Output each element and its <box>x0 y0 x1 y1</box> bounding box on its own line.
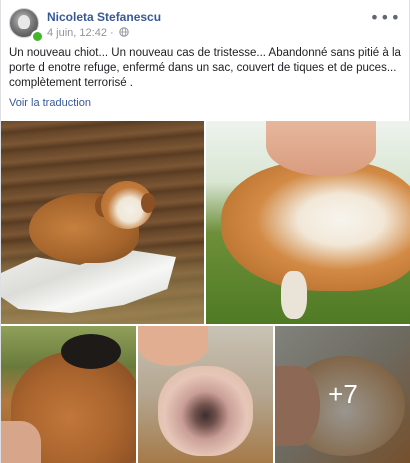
post-text: Un nouveau chiot... Un nouveau cas de tr… <box>9 47 401 89</box>
puppy-body-shape <box>221 161 410 291</box>
hand-shape <box>1 421 41 463</box>
post-header: Nicoleta Stefanescu 4 juin, 12:42 · ••• <box>9 8 403 43</box>
photo-4-puppy-ear[interactable] <box>138 326 273 463</box>
puppy-ear-shape <box>158 366 253 456</box>
photo-2-puppy-with-hand[interactable] <box>206 121 410 324</box>
online-status-icon <box>31 30 44 43</box>
post-timestamp[interactable]: 4 juin, 12:42 <box>47 27 107 39</box>
author-name[interactable]: Nicoleta Stefanescu <box>47 10 161 24</box>
puppy-ear-right-shape <box>141 193 155 213</box>
puppy-leg-shape <box>281 271 307 319</box>
globe-icon <box>119 27 129 40</box>
photo-1-puppy-in-bag[interactable] <box>1 121 204 324</box>
more-options-button[interactable]: ••• <box>370 8 401 27</box>
photo-5-more-photos[interactable]: +7 <box>275 326 410 463</box>
see-translation-link[interactable]: Voir la traduction <box>9 97 91 109</box>
more-photos-count[interactable]: +7 <box>275 326 410 463</box>
finger-shape <box>138 326 208 366</box>
photo-3-puppy-back[interactable] <box>1 326 136 463</box>
post-card: Nicoleta Stefanescu 4 juin, 12:42 · ••• … <box>0 0 410 463</box>
post-meta: 4 juin, 12:42 · <box>47 27 129 40</box>
meta-separator: · <box>110 27 114 39</box>
puppy-dark-patch-shape <box>61 334 121 369</box>
